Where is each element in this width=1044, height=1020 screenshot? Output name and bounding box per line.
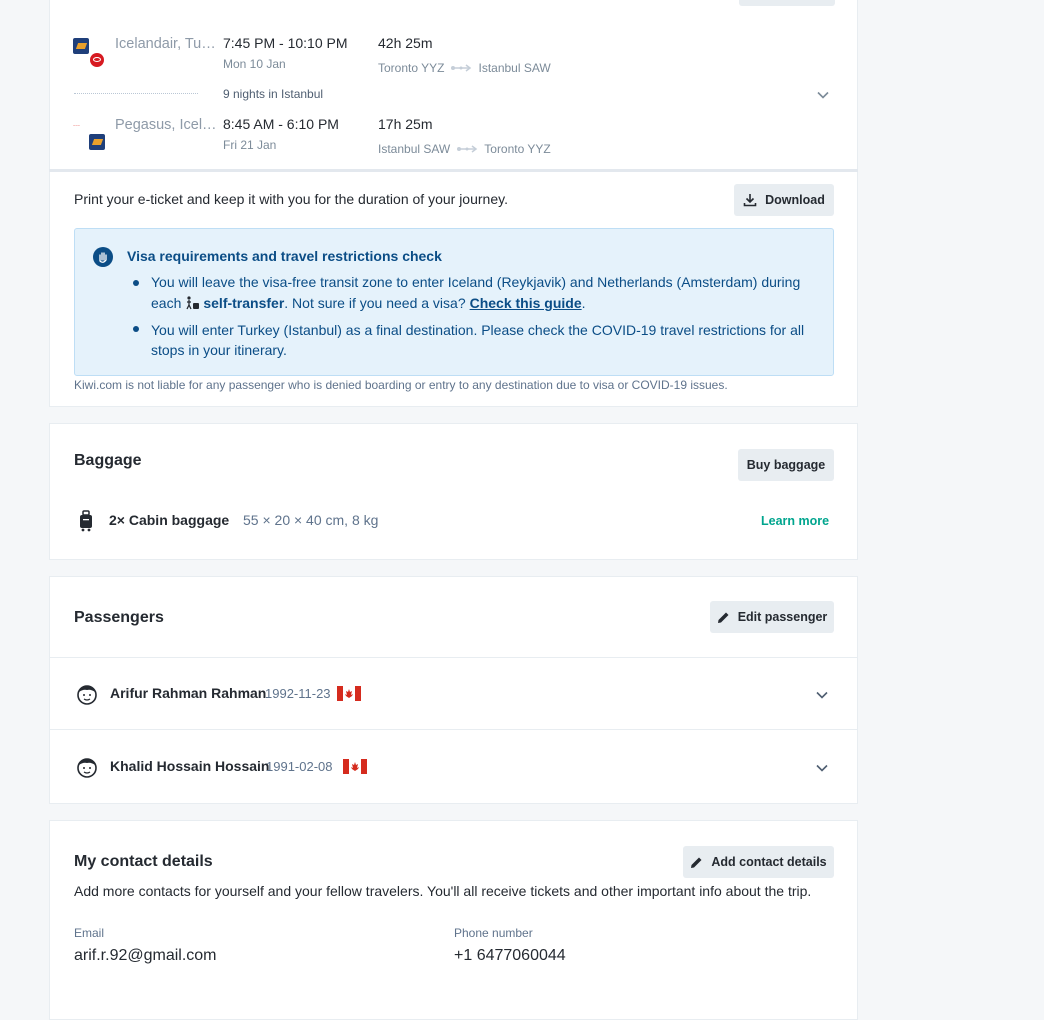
inbound-airline-logos: ~~~ (73, 118, 107, 152)
outbound-from: Toronto YYZ (378, 61, 445, 75)
contact-card: My contact details Add contact details A… (49, 820, 858, 1020)
canada-flag-icon (343, 759, 367, 774)
inbound-duration: 17h 25m (378, 116, 433, 132)
inbound-to: Toronto YYZ (484, 142, 551, 156)
passenger-row[interactable]: Khalid Hossain Hossain 1991-02-08 (50, 731, 857, 803)
pencil-icon (691, 857, 702, 868)
stay-divider (74, 93, 198, 94)
passenger-expand-chevron-icon[interactable] (815, 761, 829, 775)
edit-passenger-label: Edit passenger (737, 610, 828, 624)
icelandair-logo (73, 38, 89, 54)
pencil-icon (717, 612, 729, 623)
outbound-route: Toronto YYZ Istanbul SAW (378, 61, 551, 75)
visa-bullet-2: You will enter Turkey (Istanbul) as a fi… (151, 322, 805, 358)
add-contact-button[interactable]: Add contact details (683, 846, 834, 878)
buy-baggage-button[interactable]: Buy baggage (738, 449, 834, 481)
inbound-carrier: Pegasus, Icel… (115, 117, 217, 133)
visa-period: . (581, 295, 586, 311)
learn-more-link[interactable]: Learn more (761, 514, 829, 528)
outbound-to: Istanbul SAW (478, 61, 551, 75)
ticket-card: Print your e-ticket and keep it with you… (49, 172, 858, 407)
baggage-card: Baggage Buy baggage 2× Cabin baggage 55 … (49, 423, 858, 560)
route-arrow-icon (451, 64, 472, 72)
outbound-times: 7:45 PM - 10:10 PM (223, 35, 348, 51)
route-arrow-icon (457, 145, 478, 153)
visa-bullet-dot-2 (133, 326, 139, 332)
email-label: Email (74, 926, 105, 940)
outbound-airline-logos (73, 38, 107, 72)
hand-stop-icon (93, 247, 113, 267)
avatar-icon (77, 758, 97, 778)
passenger-expand-chevron-icon[interactable] (815, 688, 829, 702)
phone-label: Phone number (454, 926, 533, 940)
download-label: Download (765, 193, 825, 207)
itinerary-expand-chevron-icon[interactable] (816, 88, 830, 102)
inbound-date: Fri 21 Jan (223, 138, 277, 152)
visa-not-sure-text: . Not sure if you need a visa? (284, 295, 466, 311)
visa-each-text: each (151, 295, 182, 311)
baggage-item-dims: 55 × 20 × 40 cm, 8 kg (243, 512, 379, 528)
icelandair-logo-2 (89, 134, 105, 150)
itinerary-card: Icelandair, Tu… 7:45 PM - 10:10 PM Mon 1… (49, 0, 858, 171)
visa-bullet-dot-1 (133, 280, 139, 286)
itinerary-top-button[interactable] (739, 0, 835, 6)
avatar-icon (77, 685, 97, 705)
passenger-row[interactable]: Arifur Rahman Rahman 1992-11-23 (50, 658, 857, 730)
phone-value: +1 6477060044 (454, 947, 566, 964)
pegasus-logo: ~~~ (73, 123, 81, 128)
visa-alert-title: Visa requirements and travel restriction… (127, 248, 442, 264)
visa-self-transfer-text: self-transfer (203, 295, 285, 311)
visa-alert: Visa requirements and travel restriction… (74, 228, 834, 376)
passengers-card: Passengers Edit passenger Arifur Rahman … (49, 576, 858, 804)
outbound-duration: 42h 25m (378, 35, 433, 51)
email-value: arif.r.92@gmail.com (74, 947, 217, 964)
edit-passenger-button[interactable]: Edit passenger (710, 601, 834, 633)
inbound-from: Istanbul SAW (378, 142, 451, 156)
contact-description: Add more contacts for yourself and your … (74, 883, 812, 899)
self-transfer-icon (186, 296, 200, 310)
passenger-dob: 1991-02-08 (266, 759, 333, 774)
baggage-item-name: 2× Cabin baggage (109, 512, 230, 528)
add-contact-label: Add contact details (711, 855, 827, 869)
check-guide-link[interactable]: Check this guide (470, 295, 582, 311)
inbound-route: Istanbul SAW Toronto YYZ (378, 142, 551, 156)
download-button[interactable]: Download (734, 184, 834, 216)
visa-bullet-1-line1: You will leave the visa-free transit zon… (151, 274, 801, 290)
passenger-name: Arifur Rahman Rahman (110, 685, 267, 701)
contact-title: My contact details (74, 853, 213, 870)
baggage-title: Baggage (74, 452, 142, 469)
passenger-name: Khalid Hossain Hossain (110, 758, 270, 774)
print-ticket-text: Print your e-ticket and keep it with you… (74, 191, 508, 207)
passenger-dob: 1992-11-23 (265, 686, 331, 701)
passengers-title: Passengers (74, 609, 164, 626)
canada-flag-icon (337, 686, 361, 701)
outbound-date: Mon 10 Jan (223, 57, 286, 71)
download-icon (743, 194, 757, 207)
visa-bullet-1-line2: each self-transfer . Not sure if you nee… (151, 295, 586, 311)
cabin-baggage-icon (80, 510, 92, 532)
outbound-carrier: Icelandair, Tu… (115, 36, 216, 52)
stay-label: 9 nights in Istanbul (223, 87, 324, 101)
turkish-airlines-logo (90, 53, 104, 67)
inbound-times: 8:45 AM - 6:10 PM (223, 116, 339, 132)
visa-disclaimer: Kiwi.com is not liable for any passenger… (74, 378, 728, 392)
